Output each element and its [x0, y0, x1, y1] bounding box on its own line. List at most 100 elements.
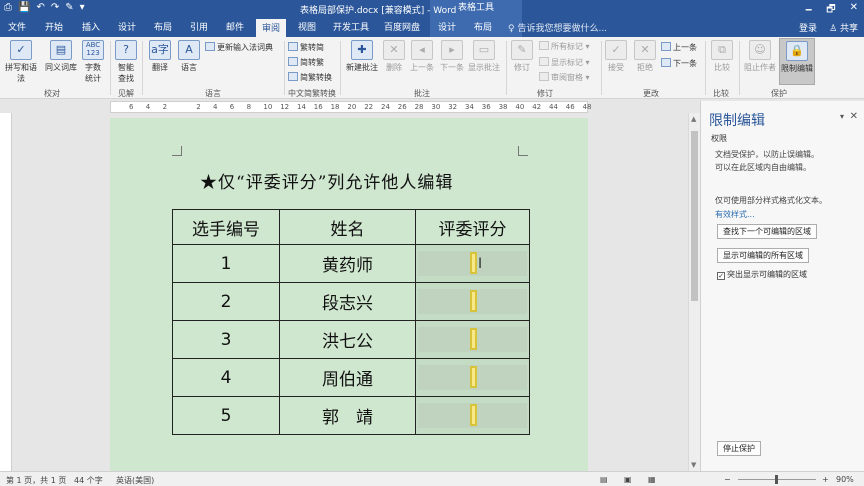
- new-comment-button[interactable]: ✚ 新建批注: [344, 40, 380, 73]
- tab-file[interactable]: 文件: [8, 20, 26, 33]
- undo-icon[interactable]: ↶: [36, 2, 44, 14]
- editable-region-bracket: [470, 290, 477, 312]
- trad-to-simp-button[interactable]: 繁转简: [288, 42, 324, 53]
- available-styles-link[interactable]: 有效样式...: [715, 209, 755, 220]
- redo-icon[interactable]: ↷: [51, 2, 59, 14]
- ruler-number: 2: [162, 103, 168, 111]
- ruler-number: 6: [229, 103, 235, 111]
- horizontal-ruler[interactable]: 6 4 2 2 4 6 8 10 12 14 16 18 20 22 24 26 28 30 32 34 36 38 40 4…: [110, 101, 592, 113]
- zoom-slider-thumb[interactable]: [775, 475, 778, 484]
- translate-button[interactable]: a字 翻译: [146, 40, 174, 73]
- group-separator: [110, 41, 111, 95]
- print-layout-icon[interactable]: ▣: [624, 475, 632, 484]
- tab-insert[interactable]: 插入: [82, 20, 100, 33]
- vertical-ruler[interactable]: [0, 113, 12, 471]
- previous-change-button[interactable]: 上一条: [661, 42, 697, 53]
- block-authors-button[interactable]: ☺ 阻止作者: [742, 40, 778, 73]
- smart-lookup-button[interactable]: ? 智能 查找: [114, 40, 138, 84]
- tab-baidu-netdisk[interactable]: 百度网盘: [384, 20, 420, 33]
- read-mode-icon[interactable]: ▤: [600, 475, 608, 484]
- ruler-number: 4: [145, 103, 151, 111]
- ribbon: ✓ 拼写和语法 ▤ 同义词库 ABC 123 字数 统计 校对 ? 智能 查找 …: [0, 37, 864, 99]
- close-icon[interactable]: ✕: [850, 111, 858, 122]
- save-icon[interactable]: ⎙: [4, 2, 12, 14]
- word-count-button[interactable]: ABC 123 字数 统计: [81, 40, 105, 84]
- group-label-protect: 保护: [771, 89, 787, 98]
- chinese-conversion-button[interactable]: 简繁转换: [288, 72, 332, 83]
- word-count-icon: ABC 123: [82, 40, 104, 60]
- scroll-up-icon[interactable]: ▲: [691, 115, 696, 123]
- vertical-scrollbar[interactable]: ▲ ▼: [688, 113, 700, 471]
- reject-button[interactable]: ✕ 拒绝: [633, 40, 657, 73]
- markup-dropdown[interactable]: 所有标记 ▾: [539, 41, 590, 52]
- share-button[interactable]: ♙ 共享: [829, 21, 858, 34]
- ruler-number: 18: [330, 103, 340, 111]
- group-label-language: 语言: [205, 89, 221, 98]
- language-button[interactable]: A 语言: [176, 40, 202, 73]
- simp-to-trad-button[interactable]: 简转繁: [288, 57, 324, 68]
- margin-corner-mark: [172, 146, 182, 156]
- tell-me-search[interactable]: ♀ 告诉我您想要做什么...: [508, 21, 607, 34]
- show-markup-dropdown[interactable]: 显示标记 ▾: [539, 57, 590, 68]
- pane-title: 限制编辑: [709, 113, 765, 129]
- track-changes-button[interactable]: ✎ 修订: [509, 40, 535, 73]
- tab-table-design[interactable]: 设计: [438, 20, 456, 33]
- checkbox-checked-icon: ✓: [717, 272, 725, 280]
- header-player-number: 选手编号: [172, 209, 280, 245]
- group-separator: [739, 41, 740, 95]
- tab-mailings[interactable]: 邮件: [226, 20, 244, 33]
- tab-developer[interactable]: 开发工具: [333, 20, 369, 33]
- editable-score-cell[interactable]: [415, 396, 530, 435]
- tab-references[interactable]: 引用: [190, 20, 208, 33]
- next-change-button[interactable]: 下一条: [661, 58, 697, 69]
- web-layout-icon[interactable]: ▦: [648, 475, 656, 484]
- scroll-down-icon[interactable]: ▼: [691, 461, 696, 469]
- scrollbar-thumb[interactable]: [691, 131, 698, 301]
- tab-review[interactable]: 审阅: [256, 19, 287, 37]
- editable-score-cell[interactable]: [415, 320, 530, 359]
- tab-layout[interactable]: 布局: [154, 20, 172, 33]
- page-count[interactable]: 第 1 页，共 1 页: [6, 475, 66, 486]
- tab-table-layout[interactable]: 布局: [474, 20, 492, 33]
- group-label-tracking: 修订: [537, 89, 553, 98]
- score-table[interactable]: 选手编号 姓名 评委评分 1 黄药师 2 段志兴 3 洪七公 4 周伯通 5 郭…: [172, 209, 530, 435]
- delete-comment-button[interactable]: ✕ 删除: [382, 40, 406, 73]
- ruler-number: 30: [431, 103, 441, 111]
- compare-button[interactable]: ⧉ 比较: [708, 40, 736, 73]
- word-count[interactable]: 44 个字: [74, 475, 103, 486]
- document-heading[interactable]: ★仅“评委评分”列允许他人编辑: [200, 168, 453, 193]
- find-next-editable-region-button[interactable]: 查找下一个可编辑的区域: [717, 224, 817, 239]
- stop-protection-button[interactable]: 停止保护: [717, 441, 761, 456]
- thesaurus-button[interactable]: ▤ 同义词库: [44, 40, 78, 73]
- accept-button[interactable]: ✓ 接受: [604, 40, 628, 73]
- tab-view[interactable]: 视图: [298, 20, 316, 33]
- next-comment-button[interactable]: ▸ 下一条: [438, 40, 466, 73]
- editable-region-bracket: [470, 328, 477, 350]
- ruler-number: 2: [196, 103, 201, 111]
- editable-score-cell[interactable]: [415, 358, 530, 397]
- show-comments-button[interactable]: ▭ 显示批注: [466, 40, 502, 73]
- spelling-grammar-button[interactable]: ✓ 拼写和语法: [3, 40, 39, 84]
- restrict-editing-button[interactable]: 🔒 限制编辑: [779, 38, 815, 85]
- highlight-editable-regions-checkbox[interactable]: ✓ 突出显示可编辑的区域: [717, 269, 807, 280]
- player-number-cell: 2: [172, 282, 280, 321]
- ruler-number: 26: [397, 103, 407, 111]
- sign-in-link[interactable]: 登录: [799, 21, 817, 34]
- edit-icon[interactable]: ✎: [65, 2, 73, 14]
- chevron-down-icon[interactable]: ▾: [80, 2, 85, 14]
- zoom-in-icon[interactable]: +: [822, 475, 829, 484]
- show-all-editable-regions-button[interactable]: 显示可编辑的所有区域: [717, 248, 809, 263]
- previous-comment-button[interactable]: ◂ 上一条: [408, 40, 436, 73]
- language-status[interactable]: 英语(美国): [116, 475, 154, 486]
- update-ime-dictionary-button[interactable]: 更新输入法词典: [205, 42, 273, 53]
- pane-options-icon[interactable]: ▾: [840, 112, 844, 121]
- tab-design[interactable]: 设计: [118, 20, 136, 33]
- editable-score-cell[interactable]: [415, 244, 530, 283]
- ruler-number: 44: [549, 103, 558, 111]
- reviewing-pane-dropdown[interactable]: 审阅窗格 ▾: [539, 72, 590, 83]
- zoom-out-icon[interactable]: −: [724, 475, 731, 484]
- zoom-level[interactable]: 90%: [836, 475, 854, 484]
- save-icon[interactable]: 💾: [18, 2, 30, 14]
- tab-home[interactable]: 开始: [45, 20, 63, 33]
- editable-score-cell[interactable]: [415, 282, 530, 321]
